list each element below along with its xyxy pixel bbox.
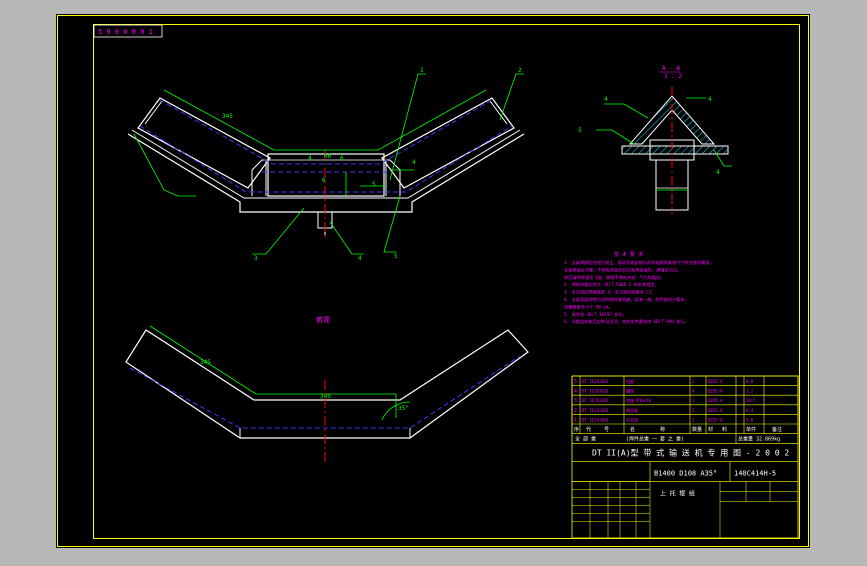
part-weight: 0.8 <box>746 379 754 384</box>
svg-text:2: 2 <box>518 67 522 74</box>
table-header: 称 <box>660 426 665 433</box>
svg-text:3: 3 <box>254 255 258 262</box>
summary-note: (焊件总重 一 套 之 重) <box>626 436 684 443</box>
svg-text:6: 6 <box>322 177 326 184</box>
table-header: 号 <box>604 427 609 433</box>
table-header: 名 <box>630 426 635 433</box>
part-weight: 5.6 <box>746 417 754 422</box>
svg-text:6: 6 <box>340 155 344 162</box>
svg-text:4: 4 <box>412 159 416 166</box>
part-name: 中支架 <box>626 416 638 422</box>
note-line: 漆膜厚度不小于 80 μm。 <box>564 303 613 310</box>
svg-text:4: 4 <box>708 96 712 103</box>
part-name: 底座 M16×50 <box>626 397 651 403</box>
drawing-canvas: 5 9 0 0 0 0 1 1 2 3 4 5 R6 4 6 5 4 345 6… <box>56 14 810 548</box>
svg-text:R6: R6 <box>324 153 332 160</box>
part-no: 4 <box>574 389 577 395</box>
part-material: Q235-A <box>708 398 723 403</box>
svg-text:5: 5 <box>394 253 398 260</box>
part-material: Q235-A <box>708 408 723 413</box>
svg-text:4: 4 <box>716 169 720 176</box>
summary-label: 全 部 重 <box>575 436 596 443</box>
sheet-background <box>56 14 810 548</box>
part-name-title: 上 托 辊 组 <box>660 490 695 498</box>
part-weight: 6.4 <box>746 408 754 413</box>
part-weight: 10.5 <box>746 398 756 403</box>
svg-text:4: 4 <box>604 96 608 103</box>
drawing-number: 140C414H-5 <box>734 470 776 478</box>
note-line: 2. 焊接质量应符合 JB/T 5000.3 的有关规定。 <box>564 281 659 288</box>
note-line: 5. 其余按 JB/T 10297 执行。 <box>564 311 627 318</box>
svg-text:345: 345 <box>200 359 211 366</box>
part-no: 1 <box>574 417 577 423</box>
svg-text:俯视: 俯视 <box>316 315 330 324</box>
note-line: 4. 支架表面除锈后涂防锈底漆两遍，面漆一遍，颜色按用户要求， <box>564 296 689 303</box>
table-header: 料 <box>722 426 727 433</box>
part-no: 2 <box>574 408 577 414</box>
note-line: 焊后清除焊渣及飞溅，焊缝不得有夹渣、气孔和裂纹。 <box>564 274 665 281</box>
part-material: Q235-A <box>708 417 723 422</box>
note-line: 支架表面应平整，不得有明显的凹凸和焊接变形，焊缝应均匀。 <box>564 266 681 273</box>
table-header: 材 <box>708 426 713 433</box>
note-line: 1. 支架焊接后应进行校正，保证托辊安装孔的同轴度和安装尺寸符合图样要求。 <box>564 259 714 266</box>
svg-text:345: 345 <box>320 393 331 400</box>
svg-text:1 : 2: 1 : 2 <box>664 73 682 80</box>
svg-text:5 9 0 0 0 0 1: 5 9 0 0 0 0 1 <box>98 28 153 36</box>
svg-text:A - A: A - A <box>662 65 680 72</box>
cad-viewport: 5 9 0 0 0 0 1 1 2 3 4 5 R6 4 6 5 4 345 6… <box>0 0 867 562</box>
svg-text:35°: 35° <box>398 405 409 412</box>
part-no: 5 <box>574 379 577 385</box>
part-name: 螺栓 <box>626 388 634 394</box>
table-header: 数量 <box>692 426 702 433</box>
svg-text:4: 4 <box>358 255 362 262</box>
table-header: 序 <box>574 426 579 433</box>
note-line: 6. 托辊组安装后应转动灵活，其他技术要求按 GB/T 990 执行。 <box>564 318 689 325</box>
part-weight: 1.2 <box>746 389 754 394</box>
svg-text:345: 345 <box>222 113 233 120</box>
note-line: 3. 未注明的焊缝高度 4，未注明的倒角为 C1。 <box>564 289 655 296</box>
part-material: Q235-A <box>708 379 723 384</box>
spec: B1400 D108 A35° <box>654 470 717 478</box>
part-material: Q235-A <box>708 389 723 394</box>
part-code: DT II(A)03J <box>582 379 609 384</box>
svg-text:5: 5 <box>578 127 582 134</box>
part-code: DT II(A)03J <box>582 408 609 413</box>
svg-text:5: 5 <box>372 181 376 188</box>
series-title: DT II(A)型 带 式 输 送 机 专 用 图 - 2 0 0 2 <box>592 448 789 458</box>
summary-weight: 总重量 32.869kg <box>738 436 780 443</box>
svg-text:1: 1 <box>420 67 424 74</box>
part-code: DT II(A)03J <box>582 417 609 422</box>
part-code: DT II(A)03J <box>582 389 609 394</box>
part-name: 挡板 <box>626 378 634 384</box>
part-name: 侧支架 <box>626 407 638 413</box>
svg-text:4: 4 <box>308 155 312 162</box>
table-header: 代 <box>586 426 591 433</box>
table-header: 备注 <box>772 426 782 433</box>
part-code: DT II(A)03J <box>582 398 609 403</box>
part-no: 3 <box>574 398 577 404</box>
notes-title: 技 术 要 求 <box>614 251 643 258</box>
table-header: 单件 <box>746 426 756 433</box>
